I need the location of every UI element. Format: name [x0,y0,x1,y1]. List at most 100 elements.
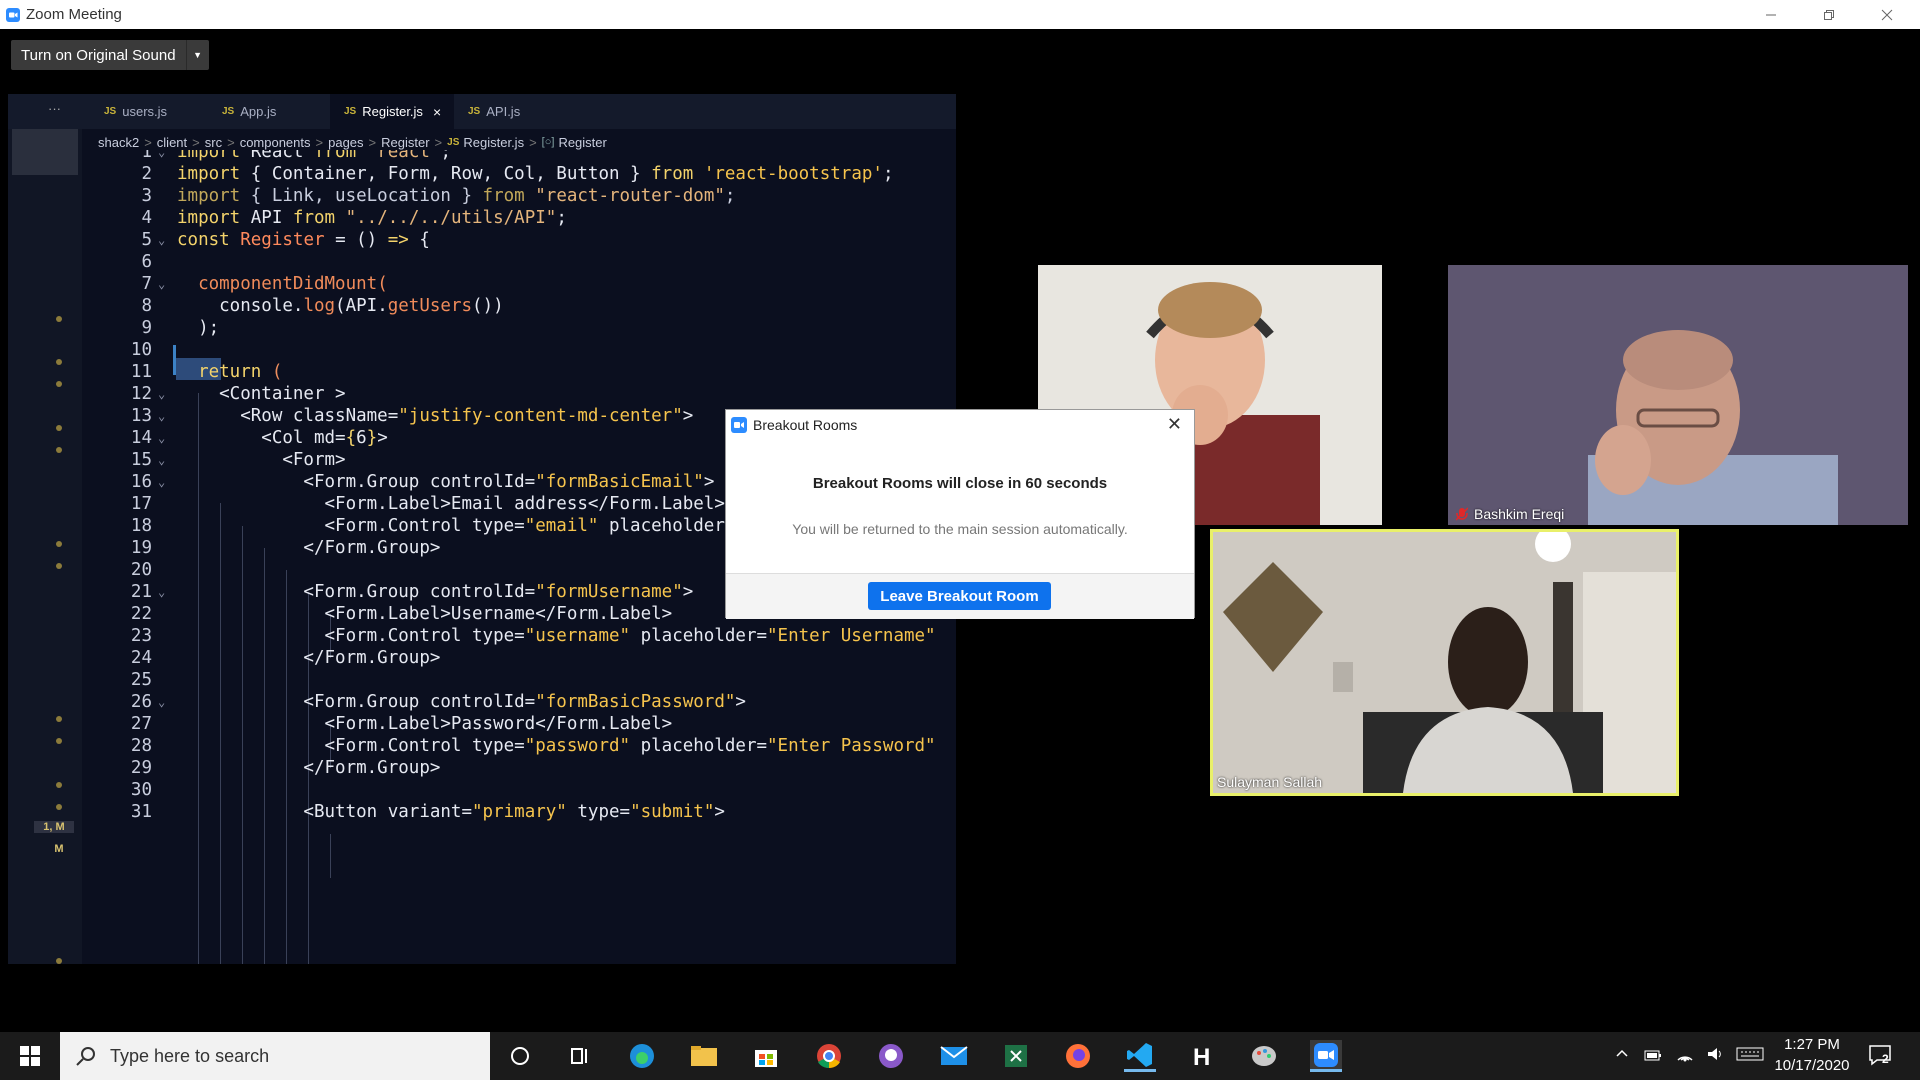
task-view-icon[interactable] [564,1040,596,1072]
js-file-icon: JS [344,106,357,117]
breadcrumb-item[interactable]: shack2 [98,135,139,150]
code-line: <Form.Control type="username" placeholde… [177,626,936,646]
code-line: <Col md={6}> [177,428,388,448]
file-explorer-icon[interactable] [688,1040,720,1072]
code-line: import React from "react"; [177,150,451,162]
code-line: ); [177,318,220,338]
microsoft-store-icon[interactable] [750,1040,782,1072]
taskbar-clock[interactable]: 1:27 PM 10/17/2020 [1770,1034,1854,1076]
code-line: </Form.Group> [177,538,441,558]
breadcrumb: shack2 > client > src > components > pages > … [98,134,607,150]
close-tab-icon[interactable]: × [433,104,441,120]
minimize-icon [1766,14,1776,15]
line-number: 4 [141,208,152,228]
code-line: <Form.Label>Username</Form.Label> [177,604,673,624]
line-number: 3 [141,186,152,206]
gutter-status-label: M [54,843,64,855]
paint-app-icon[interactable] [1248,1040,1280,1072]
heroku-icon[interactable]: H [1186,1040,1218,1072]
fold-chevron-icon[interactable]: ⌄ [158,387,165,401]
participant-video-frame [1213,532,1676,793]
git-marker [56,447,62,453]
zoom-app-icon[interactable] [1310,1040,1342,1072]
spreadsheet-app-icon[interactable] [1000,1040,1032,1072]
zoom-logo-icon [731,417,747,433]
line-number: 8 [141,296,152,316]
fold-chevron-icon[interactable]: ⌄ [158,150,165,159]
participant-name: Bashkim Ereqi [1474,506,1565,522]
dialog-message: Breakout Rooms will close in 60 seconds [812,475,1108,492]
taskbar-search-input[interactable]: Type here to search [60,1032,490,1080]
breadcrumb-item[interactable]: src [205,135,222,150]
close-icon[interactable]: ✕ [1167,414,1182,435]
restore-button[interactable] [1806,0,1852,29]
line-number: 24 [130,648,152,668]
git-marker [56,782,62,788]
js-file-icon: JS [468,106,481,117]
breadcrumb-item[interactable]: Register.js [463,135,524,150]
tab-register-js[interactable]: JS Register.js × [330,94,454,129]
breadcrumb-item[interactable]: Register [558,135,606,150]
show-hidden-icons-icon[interactable] [1615,1046,1629,1060]
tab-app-js[interactable]: JS App.js [214,94,330,129]
edge-browser-icon[interactable] [626,1040,658,1072]
fold-chevron-icon[interactable]: ⌄ [158,475,165,489]
notification-center-button[interactable]: 2 [1868,1044,1894,1068]
git-marker [56,359,62,365]
code-line: componentDidMount( [198,274,388,294]
fold-chevron-icon[interactable]: ⌄ [158,233,165,247]
line-number: 7 [141,274,152,294]
code-line: <Row className="justify-content-md-cente… [177,406,694,426]
leave-breakout-room-button[interactable]: Leave Breakout Room [868,582,1051,610]
code-line: <Form> [177,450,346,470]
fold-chevron-icon[interactable]: ⌄ [158,453,165,467]
gutter-status-label: 1, M [34,821,74,833]
original-sound-button[interactable]: Turn on Original Sound ▼ [11,40,209,70]
code-line: const Register = () => { [177,230,430,250]
firefox-icon[interactable] [1062,1040,1094,1072]
vscode-icon[interactable] [1124,1040,1156,1072]
tab-label: Register.js [362,104,423,119]
mail-icon[interactable] [938,1040,970,1072]
fold-chevron-icon[interactable]: ⌄ [158,431,165,445]
tab-api-js[interactable]: JS API.js [454,94,564,129]
clock-date: 10/17/2020 [1774,1057,1850,1074]
fold-chevron-icon[interactable]: ⌄ [158,409,165,423]
keyboard-icon[interactable] [1736,1046,1764,1062]
line-number: 1 [141,150,152,162]
code-line: </Form.Group> [177,758,441,778]
fold-chevron-icon[interactable]: ⌄ [158,695,165,709]
windows-start-icon[interactable] [14,1040,46,1072]
line-number: 28 [130,736,152,756]
line-number: 10 [130,340,152,360]
close-window-button[interactable] [1864,0,1910,29]
more-actions-icon[interactable]: ··· [48,94,61,129]
original-sound-label: Turn on Original Sound [21,46,176,64]
code-line: <Form.Label>Password</Form.Label> [177,714,673,734]
code-line: <Form.Group controlId="formBasicPassword… [177,692,746,712]
participant-video-2[interactable]: Bashkim Ereqi [1448,265,1908,525]
participant-video-frame [1448,265,1908,525]
breadcrumb-item[interactable]: client [157,135,187,150]
volume-icon[interactable] [1706,1046,1724,1062]
fold-chevron-icon[interactable]: ⌄ [158,585,165,599]
battery-icon[interactable] [1644,1046,1662,1062]
wifi-icon[interactable] [1676,1046,1694,1062]
line-number: 20 [130,560,152,580]
line-number: 12 [130,384,152,404]
cortana-icon[interactable] [504,1040,536,1072]
chevron-down-icon[interactable]: ▼ [185,40,209,70]
code-line: <Form.Control type="password" placeholde… [177,736,936,756]
chrome-icon[interactable] [813,1040,845,1072]
git-marker [56,563,62,569]
fold-chevron-icon[interactable]: ⌄ [158,277,165,291]
breadcrumb-item[interactable]: pages [328,135,363,150]
breadcrumb-item[interactable]: Register [381,135,429,150]
tab-users-js[interactable]: JS users.js [96,94,214,129]
breadcrumb-item[interactable]: components [240,135,311,150]
code-line: import { Container, Form, Row, Col, Butt… [177,164,894,184]
line-number: 25 [130,670,152,690]
github-desktop-icon[interactable] [875,1040,907,1072]
participant-video-3-active-speaker[interactable]: Sulayman Sallah [1210,529,1679,796]
minimize-button[interactable] [1748,0,1794,29]
